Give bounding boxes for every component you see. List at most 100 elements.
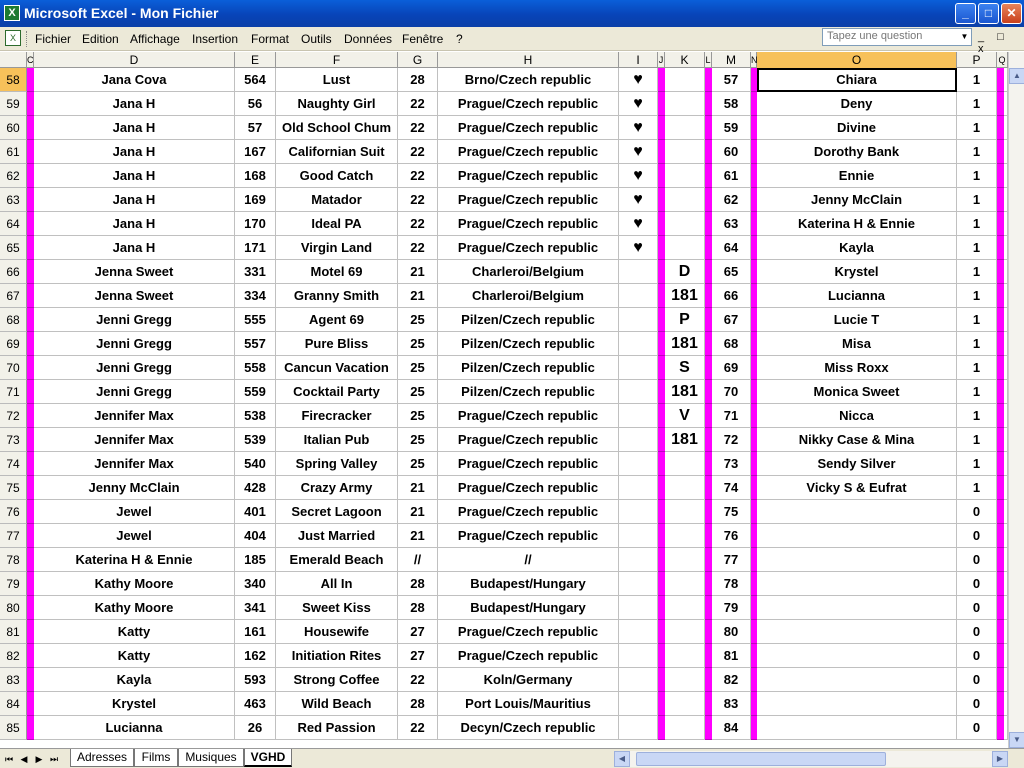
cell-e[interactable]: 404 (235, 524, 276, 548)
highlight-column-fill[interactable] (27, 644, 34, 668)
cell-h[interactable]: Prague/Czech republic (438, 188, 619, 212)
cell-p[interactable]: 1 (957, 284, 997, 308)
cell-i[interactable] (619, 380, 658, 404)
cell-k[interactable] (665, 500, 705, 524)
highlight-column-fill[interactable] (705, 164, 712, 188)
cell-m[interactable]: 64 (712, 236, 751, 260)
cell-k[interactable] (665, 188, 705, 212)
cell-h[interactable]: Pilzen/Czech republic (438, 332, 619, 356)
highlight-column-fill[interactable] (658, 188, 665, 212)
cell-g[interactable]: // (398, 548, 438, 572)
cell-m[interactable]: 72 (712, 428, 751, 452)
cell-p[interactable]: 0 (957, 644, 997, 668)
cell-f[interactable]: Lust (276, 68, 398, 92)
row-header[interactable]: 73 (0, 428, 27, 452)
cell-g[interactable]: 25 (398, 356, 438, 380)
column-header-p[interactable]: P (957, 52, 997, 68)
cell-g[interactable]: 21 (398, 500, 438, 524)
cell-o[interactable]: Monica Sweet (757, 380, 957, 404)
cell-h[interactable]: Prague/Czech republic (438, 452, 619, 476)
cell-m[interactable]: 80 (712, 620, 751, 644)
cell-f[interactable]: Just Married (276, 524, 398, 548)
cell-d[interactable]: Jennifer Max (34, 404, 235, 428)
cell-d[interactable]: Jewel (34, 500, 235, 524)
highlight-column-fill[interactable] (997, 116, 1004, 140)
highlight-column-fill[interactable] (658, 212, 665, 236)
cell-g[interactable]: 28 (398, 596, 438, 620)
highlight-column-fill[interactable] (658, 452, 665, 476)
cell-p[interactable]: 1 (957, 164, 997, 188)
cell-h[interactable]: Prague/Czech republic (438, 404, 619, 428)
highlight-column-fill[interactable] (658, 692, 665, 716)
cell-e[interactable]: 558 (235, 356, 276, 380)
cell-f[interactable]: Secret Lagoon (276, 500, 398, 524)
highlight-column-fill[interactable] (705, 548, 712, 572)
cell-f[interactable]: Californian Suit (276, 140, 398, 164)
highlight-column-fill[interactable] (658, 548, 665, 572)
cell-i[interactable] (619, 524, 658, 548)
cell-e[interactable]: 334 (235, 284, 276, 308)
column-header-q[interactable]: Q (997, 52, 1008, 68)
selected-cell[interactable]: Chiara (757, 68, 957, 92)
column-header-d[interactable]: D (34, 52, 235, 68)
cell-e[interactable]: 168 (235, 164, 276, 188)
cell-p[interactable]: 0 (957, 548, 997, 572)
row-header[interactable]: 63 (0, 188, 27, 212)
cell-m[interactable]: 84 (712, 716, 751, 740)
row-header[interactable]: 58 (0, 68, 27, 92)
highlight-column-fill[interactable] (658, 524, 665, 548)
vertical-scrollbar[interactable]: ▲ ▼ (1008, 52, 1024, 748)
cell-o[interactable]: Nicca (757, 404, 957, 428)
workbook-icon[interactable]: X (5, 30, 21, 46)
highlight-column-fill[interactable] (658, 428, 665, 452)
cell-e[interactable]: 26 (235, 716, 276, 740)
cell-f[interactable]: Wild Beach (276, 692, 398, 716)
cell-m[interactable]: 68 (712, 332, 751, 356)
cell-d[interactable]: Jenni Gregg (34, 332, 235, 356)
highlight-column-fill[interactable] (27, 476, 34, 500)
cell-i[interactable] (619, 572, 658, 596)
cell-i[interactable] (619, 260, 658, 284)
cell-h[interactable]: Prague/Czech republic (438, 92, 619, 116)
highlight-column-fill[interactable] (997, 716, 1004, 740)
cell-i[interactable] (619, 452, 658, 476)
cell-e[interactable]: 564 (235, 68, 276, 92)
cell-f[interactable]: Red Passion (276, 716, 398, 740)
row-header[interactable]: 76 (0, 500, 27, 524)
cell-p[interactable]: 0 (957, 500, 997, 524)
cell-e[interactable]: 171 (235, 236, 276, 260)
horizontal-scrollbar[interactable]: ◀ ▶ (614, 751, 1008, 767)
cell-f[interactable]: Emerald Beach (276, 548, 398, 572)
highlight-column-fill[interactable] (705, 524, 712, 548)
cell-d[interactable]: Jenni Gregg (34, 356, 235, 380)
cell-h[interactable]: Brno/Czech republic (438, 68, 619, 92)
highlight-column-fill[interactable] (997, 572, 1004, 596)
cell-h[interactable]: Prague/Czech republic (438, 644, 619, 668)
highlight-column-fill[interactable] (658, 500, 665, 524)
highlight-column-fill[interactable] (997, 92, 1004, 116)
question-input[interactable]: Tapez une question (822, 28, 972, 46)
cell-o[interactable] (757, 524, 957, 548)
highlight-column-fill[interactable] (997, 668, 1004, 692)
cell-k[interactable]: 181 (665, 284, 705, 308)
cell-o[interactable] (757, 668, 957, 692)
highlight-column-fill[interactable] (997, 68, 1004, 92)
cell-g[interactable]: 27 (398, 620, 438, 644)
cell-e[interactable]: 540 (235, 452, 276, 476)
sheet-tab-adresses[interactable]: Adresses (70, 749, 134, 767)
cell-h[interactable]: Prague/Czech republic (438, 236, 619, 260)
cell-h[interactable]: Prague/Czech republic (438, 620, 619, 644)
cell-e[interactable]: 170 (235, 212, 276, 236)
row-header[interactable]: 64 (0, 212, 27, 236)
cell-h[interactable]: Decyn/Czech republic (438, 716, 619, 740)
cell-f[interactable]: Initiation Rites (276, 644, 398, 668)
cell-k[interactable] (665, 68, 705, 92)
cell-f[interactable]: Cocktail Party (276, 380, 398, 404)
cell-m[interactable]: 77 (712, 548, 751, 572)
cell-f[interactable]: Sweet Kiss (276, 596, 398, 620)
cell-o[interactable] (757, 620, 957, 644)
cell-e[interactable]: 557 (235, 332, 276, 356)
cell-m[interactable]: 57 (712, 68, 751, 92)
cell-h[interactable]: Prague/Czech republic (438, 524, 619, 548)
highlight-column-fill[interactable] (705, 716, 712, 740)
